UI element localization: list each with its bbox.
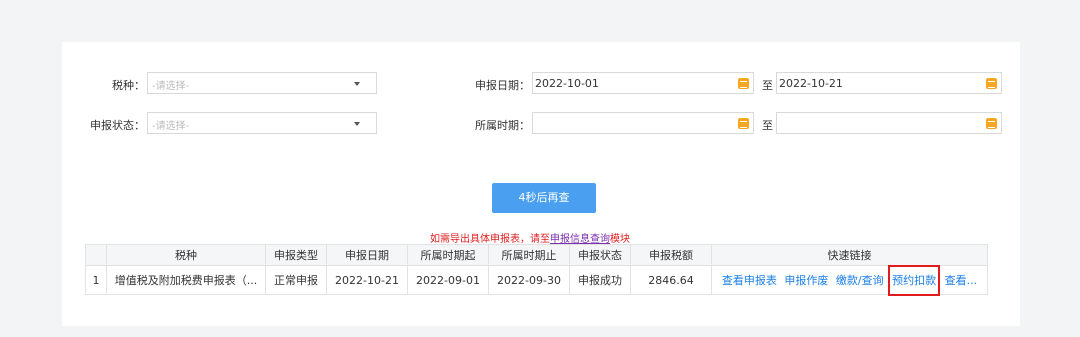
view-more-link[interactable]: 查看... bbox=[945, 274, 978, 287]
tax-type-label: 税种： bbox=[112, 79, 145, 92]
export-notice: 如需导出具体申报表，请至申报信息查询模块 bbox=[430, 230, 630, 245]
calendar-icon[interactable] bbox=[986, 118, 997, 129]
chevron-down-icon bbox=[354, 122, 360, 126]
void-filing-link[interactable]: 申报作废 bbox=[784, 274, 828, 287]
row-period-start: 2022-09-01 bbox=[407, 265, 489, 295]
row-filing-type: 正常申报 bbox=[265, 265, 327, 295]
calendar-icon[interactable] bbox=[986, 78, 997, 89]
row-amount: 2846.64 bbox=[630, 265, 712, 295]
refresh-query-button[interactable]: 4秒后再查 bbox=[492, 183, 596, 213]
row-quick-links: 查看申报表 申报作废 缴款/查询 预约扣款 查看... bbox=[711, 265, 988, 296]
table-row: 1 增值税及附加税费申报表（... 正常申报 2022-10-21 2022-0… bbox=[85, 265, 988, 296]
calendar-icon[interactable] bbox=[738, 78, 749, 89]
table-header-row: 税种 申报类型 申报日期 所属时期起 所属时期止 申报状态 申报税额 快速链接 bbox=[85, 244, 988, 266]
row-tax-type: 增值税及附加税费申报表（... bbox=[106, 265, 266, 295]
col-status-header: 申报状态 bbox=[569, 244, 631, 266]
col-period-end-header: 所属时期止 bbox=[488, 244, 570, 266]
col-index-header bbox=[85, 244, 107, 266]
view-return-link[interactable]: 查看申报表 bbox=[722, 274, 777, 287]
row-index: 1 bbox=[85, 265, 107, 295]
filing-date-label: 申报日期： bbox=[475, 79, 530, 92]
row-status: 申报成功 bbox=[569, 265, 631, 295]
chevron-down-icon bbox=[354, 82, 360, 86]
period-label: 所属时期： bbox=[475, 119, 530, 132]
col-quick-links-header: 快速链接 bbox=[711, 244, 988, 266]
filing-results-table: 税种 申报类型 申报日期 所属时期起 所属时期止 申报状态 申报税额 快速链接 … bbox=[85, 244, 988, 296]
period-from-input[interactable] bbox=[532, 112, 754, 134]
scheduled-deduction-link[interactable]: 预约扣款 bbox=[888, 265, 941, 296]
col-amount-header: 申报税额 bbox=[630, 244, 712, 266]
filing-date-from-value: 2022-10-01 bbox=[535, 77, 599, 90]
status-placeholder: -请选择- bbox=[152, 121, 190, 132]
tax-type-select[interactable]: -请选择- bbox=[147, 72, 377, 94]
col-filing-type-header: 申报类型 bbox=[265, 244, 327, 266]
col-period-start-header: 所属时期起 bbox=[407, 244, 489, 266]
col-filing-date-header: 申报日期 bbox=[326, 244, 408, 266]
col-tax-type-header: 税种 bbox=[106, 244, 266, 266]
status-label: 申报状态： bbox=[90, 119, 145, 132]
row-period-end: 2022-09-30 bbox=[488, 265, 570, 295]
payment-query-link[interactable]: 缴款/查询 bbox=[836, 274, 884, 287]
filing-date-to-value: 2022-10-21 bbox=[779, 77, 843, 90]
filing-date-to-input[interactable]: 2022-10-21 bbox=[776, 72, 1002, 94]
period-to-input[interactable] bbox=[776, 112, 1002, 134]
to-label: 至 bbox=[762, 79, 773, 92]
calendar-icon[interactable] bbox=[738, 118, 749, 129]
filing-date-from-input[interactable]: 2022-10-01 bbox=[532, 72, 754, 94]
tax-type-placeholder: -请选择- bbox=[152, 81, 190, 92]
row-filing-date: 2022-10-21 bbox=[326, 265, 408, 295]
to-label: 至 bbox=[762, 119, 773, 132]
status-select[interactable]: -请选择- bbox=[147, 112, 377, 134]
